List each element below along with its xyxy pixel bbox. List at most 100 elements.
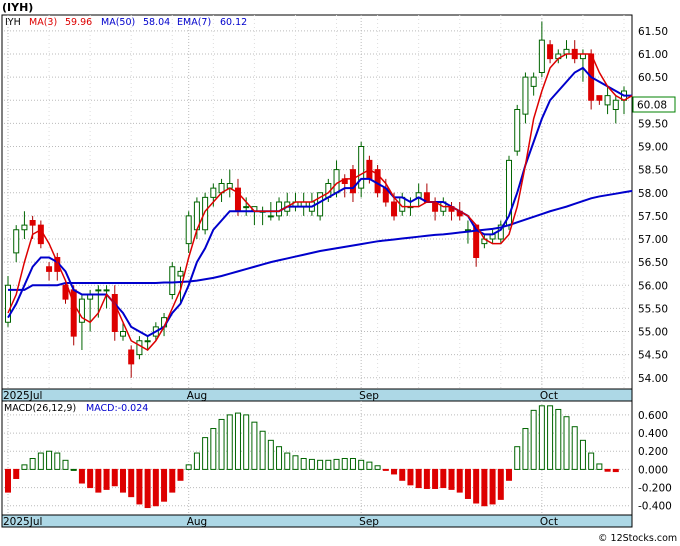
macd-bar: [407, 468, 414, 486]
macd-bar: [5, 468, 11, 493]
macd-bar: [111, 468, 118, 487]
macd-bar: [70, 468, 77, 471]
date-label: Oct: [540, 516, 558, 528]
candle-body: [276, 201, 283, 217]
price-tick-label: 61.00: [638, 49, 668, 61]
candle-body: [13, 229, 20, 254]
macd-bar: [481, 468, 488, 507]
candle-body: [95, 289, 102, 292]
price-tick-label: 54.50: [638, 350, 668, 362]
macd-tick-label: 0.200: [638, 446, 668, 458]
macd-bar: [473, 468, 480, 504]
legend-ma3-label: MA(3): [29, 17, 57, 28]
macd-bar: [144, 468, 151, 509]
macd-bar: [489, 468, 496, 505]
candle-body: [243, 206, 250, 209]
candle-body: [29, 220, 36, 226]
date-label: Oct: [540, 390, 558, 402]
macd-bar: [448, 468, 455, 490]
candle-body: [119, 331, 126, 337]
last-price-label: 60.08: [637, 100, 667, 112]
macd-bar: [382, 468, 389, 471]
macd-bar: [514, 446, 521, 470]
macd-bar: [571, 426, 578, 470]
macd-bar: [292, 455, 299, 470]
price-tick-label: 57.50: [638, 211, 668, 223]
price-tick-label: 56.50: [638, 257, 668, 269]
macd-bar: [243, 414, 250, 470]
candle-body: [349, 169, 356, 194]
macd-bar: [46, 450, 53, 470]
candle-body: [103, 289, 110, 292]
macd-bar: [226, 414, 233, 470]
macd-bar: [547, 405, 554, 470]
legend-ma50-value: 58.04: [143, 17, 170, 28]
macd-bar: [267, 439, 274, 470]
candle-body: [596, 95, 603, 101]
macd-bar: [161, 468, 168, 502]
macd-bar: [341, 458, 348, 470]
macd-tick-label: 0.000: [638, 464, 668, 476]
candle-body: [136, 340, 143, 356]
macd-bar: [349, 458, 356, 470]
candle-body: [46, 266, 53, 272]
macd-bar: [62, 459, 69, 470]
macd-bar: [185, 464, 192, 470]
macd-bar: [579, 439, 586, 470]
macd-bar: [604, 468, 611, 472]
date-label: 2025Jul: [3, 516, 42, 528]
candle-body: [391, 201, 398, 217]
price-tick-label: 54.00: [638, 373, 668, 385]
macd-bar: [497, 468, 504, 500]
macd-bar: [317, 459, 324, 470]
price-tick-label: 60.50: [638, 72, 668, 84]
macd-bar: [300, 458, 307, 470]
macd-bar: [87, 468, 94, 489]
macd-tick-label: -0.200: [638, 483, 672, 495]
macd-bar: [391, 468, 398, 475]
macd-bar: [78, 468, 85, 484]
date-label: 2025Jul: [3, 390, 42, 402]
candle-body: [514, 109, 521, 152]
candle-body: [612, 99, 619, 110]
price-panel-frame: [1, 14, 633, 390]
candle-body: [538, 39, 545, 73]
macd-bar: [193, 452, 200, 470]
macd-title: MACD(26,12,9): [4, 403, 76, 414]
candle-body: [210, 187, 217, 198]
macd-bar: [13, 468, 20, 479]
candle-body: [21, 224, 28, 231]
legend-ema7-value: 60.12: [220, 17, 247, 28]
macd-bar: [308, 458, 315, 470]
macd-bar: [440, 468, 447, 489]
macd-axis-ticks: 0.600 0.400 0.200 0.000 -0.200 -0.400: [638, 410, 672, 513]
macd-bar: [276, 446, 283, 470]
macd-bar: [259, 430, 266, 470]
candle-body: [111, 294, 118, 332]
macd-bar: [128, 468, 135, 498]
macd-bar: [358, 459, 365, 470]
legend-symbol: IYH: [5, 17, 21, 28]
price-tick-label: 59.50: [638, 118, 668, 130]
macd-bar: [37, 452, 44, 470]
candle-body: [37, 224, 44, 245]
price-tick-label: 57.00: [638, 234, 668, 246]
date-label: Sep: [359, 516, 379, 528]
legend-ma3-value: 59.96: [65, 17, 92, 28]
macd-tick-label: -0.400: [638, 501, 672, 513]
candle-body: [333, 169, 340, 194]
macd-bar: [366, 461, 373, 470]
candle-body: [604, 95, 611, 106]
macd-bar: [234, 412, 241, 470]
candle-body: [128, 349, 135, 365]
macd-tick-label: 0.400: [638, 428, 668, 440]
price-date-band: [1, 388, 633, 402]
candle-body: [530, 76, 537, 87]
price-tick-label: 58.00: [638, 188, 668, 200]
macd-tick-label: 0.600: [638, 410, 668, 422]
price-axis-ticks: 61.5061.0060.5060.0059.5059.0058.5058.00…: [638, 26, 668, 385]
candle-body: [522, 76, 529, 115]
price-tick-label: 55.50: [638, 303, 668, 315]
macd-bar: [333, 458, 340, 470]
macd-bar: [415, 468, 422, 489]
